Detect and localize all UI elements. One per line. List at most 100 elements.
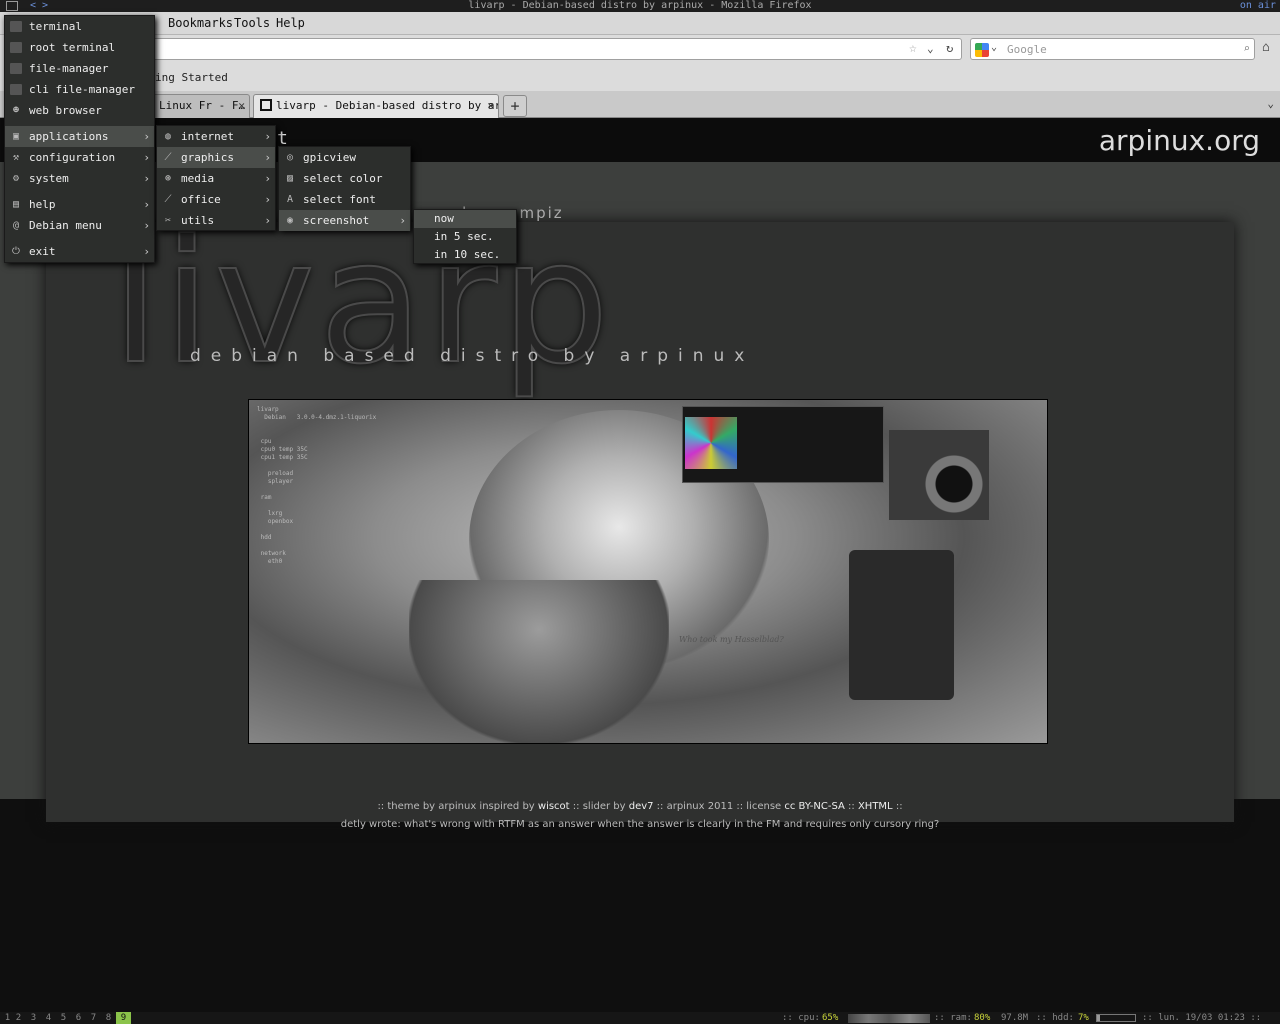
footer-quote: detly wrote: what's wrong with RTFM as a… [340,819,940,830]
font-icon: A [286,194,294,205]
menu-item-debian-menu[interactable]: @ Debian menu › [5,215,154,236]
tab-list-chevron-icon[interactable]: ⌄ [1267,97,1274,110]
menu-item-system[interactable]: ⚙ system › [5,168,154,189]
configuration-icon: ⚒ [12,152,20,163]
menu-item-help[interactable]: ▤ help › [5,194,154,215]
menu-bookmarks[interactable]: Bookmarks [168,16,233,30]
menu-item-terminal[interactable]: terminal [5,16,154,37]
search-input[interactable]: Google [1007,43,1047,56]
footer-link-wiscot[interactable]: wiscot [538,801,570,812]
google-engine-icon[interactable] [975,43,989,57]
footer-link-dev7[interactable]: dev7 [629,801,654,812]
menu-item-exit[interactable]: ⏻ exit › [5,241,154,262]
menu-item-media[interactable]: ⊛ media › [157,168,275,189]
workspace-4[interactable]: 4 [41,1012,56,1024]
menu-item-label: configuration [29,151,116,164]
color-picker-icon: ▨ [286,173,294,184]
workspace-2[interactable]: 2 [11,1012,26,1024]
menu-item-label: terminal [29,20,82,33]
tab-label: Linux Fr - F… [159,99,246,112]
workspace-3[interactable]: 3 [26,1012,41,1024]
menu-item-configuration[interactable]: ⚒ configuration › [5,147,154,168]
footer-text: :: [844,801,858,812]
search-icon[interactable]: ⌕ [1243,42,1250,55]
menu-item-label: file-manager [29,62,109,75]
window-titlebar: < > livarp - Debian-based distro by arpi… [0,0,1280,12]
menu-tools[interactable]: Tools [234,16,270,30]
menu-item-internet[interactable]: ◍ internet › [157,126,275,147]
menu-item-label: root terminal [29,41,116,54]
site-name[interactable]: arpinux.org [1099,124,1260,157]
engine-dropdown-icon[interactable]: ⌄ [991,42,997,53]
menu-item-file-manager[interactable]: file-manager [5,58,154,79]
ram-value: 80% [974,1013,991,1023]
menu-item-gpicview[interactable]: ◎ gpicview [279,147,410,168]
url-bar[interactable]: ☆ ⌄ ↻ [150,38,962,60]
menu-item-screenshot-5sec[interactable]: in 5 sec. [414,228,516,246]
bookmark-getting-started[interactable]: ing Started [155,71,228,84]
menu-item-screenshot-10sec[interactable]: in 10 sec. [414,246,516,264]
menu-item-label: gpicview [303,151,356,164]
menu-item-label: help [29,198,56,211]
reload-icon[interactable]: ↻ [946,41,953,55]
system-icon: ⚙ [12,173,20,184]
image-viewer-icon: ◎ [286,152,294,163]
photo-caption: Who took my Hasselblad? [679,635,784,644]
footer-link-license[interactable]: cc BY-NC-SA [784,801,844,812]
bookmark-star-icon[interactable]: ☆ [909,41,917,56]
workspace-5[interactable]: 5 [56,1012,71,1024]
root-terminal-icon [10,42,22,53]
footer-text: :: arpinux 2011 :: license [653,801,785,812]
tab-linuxfr[interactable]: Linux Fr - F… ✕ [152,94,250,118]
new-tab-button[interactable]: + [503,95,527,117]
menubar: Bookmarks Tools Help [0,12,1280,35]
menu-item-office[interactable]: ⟋ office › [157,189,275,210]
workspace-6[interactable]: 6 [71,1012,86,1024]
menu-item-label: select color [303,172,383,185]
root-menu: terminal root terminal file-manager cli … [4,15,155,263]
window-title: livarp - Debian-based distro by arpinux … [468,0,812,11]
menu-item-root-terminal[interactable]: root terminal [5,37,154,58]
tab-livarp[interactable]: livarp - Debian-based distro by ar… ✕ [253,94,499,118]
menu-item-utils[interactable]: ✂ utils › [157,210,275,231]
footer-text: :: theme by arpinux inspired by [377,801,538,812]
debian-icon: @ [12,220,20,231]
url-history-dropdown-icon[interactable]: ⌄ [927,42,934,55]
menu-item-screenshot[interactable]: ◉ screenshot › [279,210,410,231]
workspace-8[interactable]: 8 [101,1012,116,1024]
workspace-7[interactable]: 7 [86,1012,101,1024]
status-bar: 1 2 3 4 5 6 7 8 9 :: cpu: 65% :: ram: 80… [0,1012,1280,1024]
menu-item-label: utils [181,214,215,227]
close-tab-icon[interactable]: ✕ [487,99,494,112]
footer-link-xhtml[interactable]: XHTML [858,801,893,812]
music-player-widget [682,406,884,483]
desktop-screenshot-image: livarp Debian 3.0.0-4.dmz.1-liquorix cpu… [248,399,1048,744]
home-icon[interactable]: ⌂ [1262,40,1276,55]
cpu-value: 65% [822,1013,839,1023]
browser-icon: ☻ [12,105,20,116]
menu-item-cli-file-manager[interactable]: cli file-manager [5,79,154,100]
utils-icon: ✂ [164,215,172,226]
close-tab-icon[interactable]: ✕ [238,99,245,112]
menu-item-label: in 10 sec. [434,248,501,261]
menu-item-graphics[interactable]: ⟋ graphics › [157,147,275,168]
workspace-9[interactable]: 9 [116,1012,131,1024]
submenu-arrow-icon: › [264,151,271,164]
submenu-arrow-icon: › [143,130,150,143]
conky-overlay: livarp Debian 3.0.0-4.dmz.1-liquorix cpu… [257,406,377,565]
menu-item-select-color[interactable]: ▨ select color [279,168,410,189]
hdd-value: 7% [1078,1013,1089,1023]
hdd-usage-fill [1097,1015,1100,1021]
search-bar[interactable]: ⌄ Google ⌕ [970,38,1255,60]
menu-item-select-font[interactable]: Aselect font [279,189,410,210]
office-icon: ⟋ [164,194,172,205]
folder-icon [10,63,22,74]
menu-item-label: exit [29,245,56,258]
datetime: :: lun. 19/03 01:23 :: [1142,1013,1262,1023]
menu-item-applications[interactable]: ▣ applications › [5,126,154,147]
menu-item-web-browser[interactable]: ☻ web browser [5,100,154,121]
menu-help[interactable]: Help [276,16,305,30]
submenu-arrow-icon: › [143,245,150,258]
menu-item-label: office [181,193,221,206]
menu-item-screenshot-now[interactable]: now [414,210,516,228]
